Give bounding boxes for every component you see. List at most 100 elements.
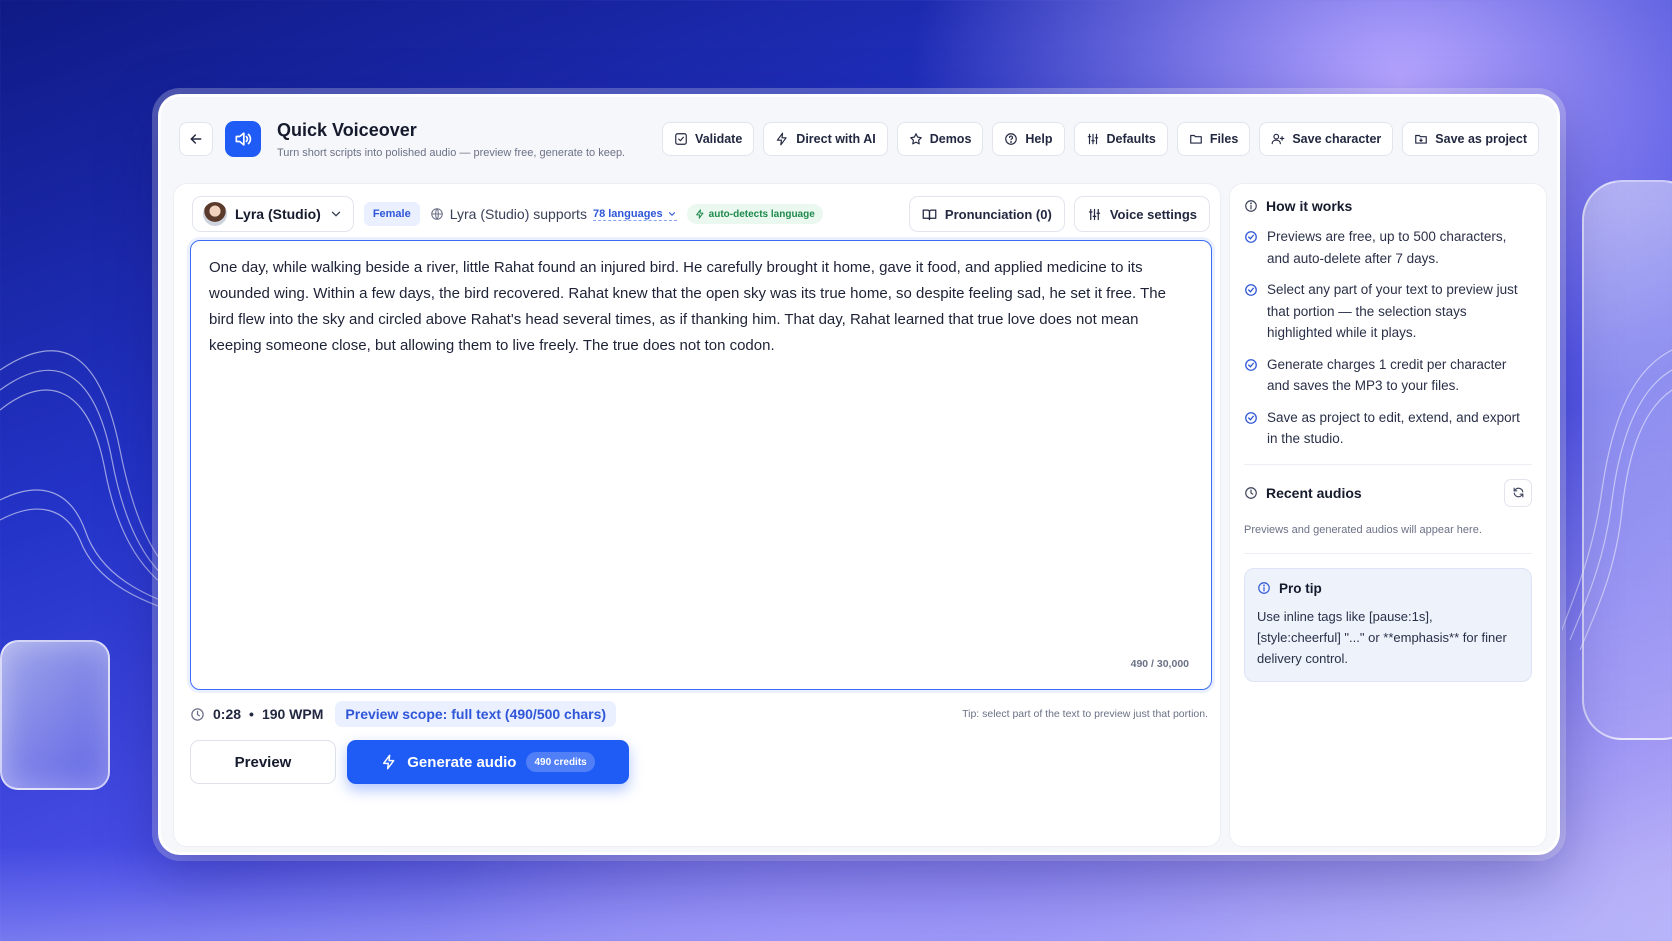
languages-label: 78 languages — [592, 207, 663, 220]
files-label: Files — [1209, 132, 1239, 146]
check-circle-icon — [1245, 284, 1257, 296]
voice-avatar — [203, 202, 227, 226]
words-per-minute: 190 WPM — [261, 706, 324, 722]
refresh-icon — [1513, 487, 1523, 498]
star-icon — [909, 133, 922, 145]
voice-selector[interactable]: Lyra (Studio) — [192, 196, 354, 232]
supports-text: Lyra (Studio) supports — [449, 206, 587, 222]
info-sidebar: How it works Previews are free, up to 50… — [1229, 183, 1547, 847]
duration: 0:28 — [213, 706, 242, 722]
page-title: Quick Voiceover — [277, 119, 417, 140]
step-text: Save as project to edit, extend, and exp… — [1267, 409, 1520, 447]
back-button[interactable] — [179, 122, 213, 156]
character-count: 490 / 30,000 — [1130, 658, 1189, 670]
toolbar: Validate Direct with AI Demos Help Defau… — [662, 122, 1539, 156]
validate-button[interactable]: Validate — [662, 122, 755, 156]
check-circle-icon — [1245, 358, 1257, 371]
history-icon — [1245, 486, 1257, 499]
direct-with-ai-label: Direct with AI — [796, 132, 876, 146]
check-circle-icon — [1245, 411, 1257, 424]
languages-dropdown[interactable]: 78 languages — [592, 207, 677, 221]
chevron-down-icon — [331, 211, 340, 217]
header: Quick Voiceover Turn short scripts into … — [161, 97, 1557, 181]
app-logo — [225, 121, 261, 157]
recent-audios-header: Recent audios — [1244, 478, 1532, 507]
decorative-glass-cube — [0, 640, 110, 790]
voice-row: Lyra (Studio) Female Lyra (Studio) suppo… — [192, 196, 1210, 232]
book-icon — [922, 209, 937, 220]
auto-detect-badge: auto-detects language — [686, 204, 823, 224]
recent-audios-title: Recent audios — [1266, 484, 1362, 501]
meta-separator: • — [249, 706, 254, 722]
pro-tip-body: Use inline tags like [pause:1s], [style:… — [1257, 608, 1507, 666]
voice-name: Lyra (Studio) — [235, 206, 321, 222]
globe-icon — [430, 208, 443, 220]
info-icon — [1245, 200, 1257, 212]
help-button[interactable]: Help — [992, 122, 1065, 156]
language-support: Lyra (Studio) supports 78 languages — [430, 206, 677, 222]
direct-with-ai-button[interactable]: Direct with AI — [763, 122, 888, 156]
script-textarea[interactable]: One day, while walking beside a river, l… — [190, 240, 1212, 690]
sliders-icon — [1088, 208, 1100, 220]
voice-settings-label: Voice settings — [1109, 206, 1197, 222]
refresh-button[interactable] — [1504, 478, 1532, 507]
demos-label: Demos — [929, 132, 972, 146]
save-as-project-button[interactable]: Save as project — [1402, 122, 1539, 156]
divider — [1244, 463, 1532, 465]
decorative-waves-right — [1562, 349, 1672, 650]
pro-tip-card: Pro tip Use inline tags like [pause:1s],… — [1244, 567, 1532, 682]
voice-settings-button[interactable]: Voice settings — [1073, 196, 1210, 232]
bolt-icon — [383, 754, 395, 770]
pronunciation-button[interactable]: Pronunciation (0) — [908, 196, 1065, 232]
defaults-label: Defaults — [1106, 132, 1156, 146]
demos-button[interactable]: Demos — [896, 122, 984, 156]
help-label: Help — [1025, 132, 1053, 146]
defaults-button[interactable]: Defaults — [1073, 122, 1168, 156]
bolt-icon — [777, 132, 787, 146]
step-text: Previews are free, up to 500 characters,… — [1267, 229, 1507, 266]
check-circle-icon — [1245, 231, 1257, 243]
divider — [1244, 552, 1532, 554]
bolt-icon — [695, 209, 704, 219]
folder-save-icon — [1415, 134, 1428, 144]
list-item: Previews are free, up to 500 characters,… — [1244, 226, 1532, 269]
speaker-icon — [235, 132, 252, 146]
how-it-works-list: Previews are free, up to 500 characters,… — [1244, 226, 1532, 450]
decorative-floor — [0, 846, 1672, 941]
auto-detect-label: auto-detects language — [708, 208, 815, 220]
page-subtitle: Turn short scripts into polished audio —… — [277, 146, 626, 159]
meta-row: 0:28 • 190 WPM Preview scope: full text … — [190, 700, 1208, 728]
action-buttons: Preview Generate audio 490 credits — [190, 740, 629, 784]
sliders-icon — [1087, 133, 1098, 145]
pronunciation-label: Pronunciation (0) — [944, 206, 1052, 222]
generate-audio-button[interactable]: Generate audio 490 credits — [347, 740, 629, 784]
editor-panel: Lyra (Studio) Female Lyra (Studio) suppo… — [173, 183, 1221, 847]
check-square-icon — [675, 133, 687, 145]
files-button[interactable]: Files — [1176, 122, 1251, 156]
validate-label: Validate — [695, 132, 743, 146]
arrow-left-icon — [190, 134, 202, 144]
save-character-label: Save character — [1292, 132, 1382, 146]
script-text: One day, while walking beside a river, l… — [209, 259, 1166, 354]
selection-tip: Tip: select part of the text to preview … — [962, 708, 1208, 720]
info-icon — [1258, 582, 1270, 594]
preview-button[interactable]: Preview — [190, 740, 336, 784]
list-item: Save as project to edit, extend, and exp… — [1244, 407, 1532, 450]
folder-icon — [1189, 134, 1202, 144]
generate-audio-label: Generate audio — [407, 753, 517, 771]
app-window: Quick Voiceover Turn short scripts into … — [158, 94, 1560, 855]
save-as-project-label: Save as project — [1435, 132, 1527, 146]
help-circle-icon — [1005, 133, 1018, 145]
list-item: Generate charges 1 credit per character … — [1244, 354, 1532, 397]
clock-icon — [191, 707, 204, 721]
pro-tip-title: Pro tip — [1279, 580, 1322, 596]
how-it-works-title: How it works — [1266, 198, 1353, 214]
recent-audios-empty: Previews and generated audios will appea… — [1244, 523, 1482, 536]
list-item: Select any part of your text to preview … — [1244, 279, 1532, 344]
preview-scope: Preview scope: full text (490/500 chars) — [335, 701, 617, 727]
how-it-works-heading: How it works — [1244, 198, 1532, 214]
gender-badge: Female — [363, 202, 420, 226]
save-character-button[interactable]: Save character — [1259, 122, 1394, 156]
step-text: Generate charges 1 credit per character … — [1267, 356, 1507, 394]
user-plus-icon — [1271, 133, 1285, 145]
